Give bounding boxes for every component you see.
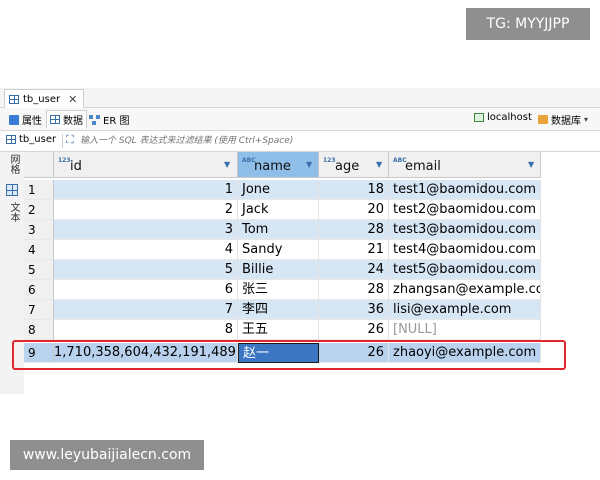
cell-id[interactable]: 1 — [54, 180, 238, 200]
filter-table-label: tb_user — [6, 134, 56, 145]
table-row[interactable]: 7 7 李四 36 lisi@example.com — [24, 300, 600, 320]
cell-email[interactable]: test1@baomidou.com — [389, 180, 541, 200]
close-icon[interactable]: ✕ — [68, 93, 77, 106]
server-icon — [474, 113, 484, 122]
table-icon — [9, 94, 19, 104]
row-number: 3 — [24, 220, 54, 240]
column-header-id[interactable]: 123 id ▼ — [54, 152, 238, 178]
sub-toolbar: 属性 数据 ER 图 localhost 数据库 ▾ — [0, 108, 600, 131]
watermark-top: TG: MYYJJPP — [466, 8, 590, 40]
sql-filter-input[interactable] — [80, 133, 580, 148]
column-header-name[interactable]: ABC name ▼ — [238, 152, 319, 178]
column-label-name: name — [254, 159, 291, 174]
table-row[interactable]: 6 6 张三 28 zhangsan@example.com — [24, 280, 600, 300]
table-row[interactable]: 8 8 王五 26 [NULL] — [24, 320, 600, 340]
cell-name[interactable]: 李四 — [238, 300, 319, 320]
cell-name[interactable]: Billie — [238, 260, 319, 280]
column-header-age[interactable]: 123 age ▼ — [319, 152, 389, 178]
row-number: 5 — [24, 260, 54, 280]
column-label-id: id — [70, 159, 82, 174]
column-label-email: email — [405, 159, 441, 174]
tab-grid-view[interactable]: 网格 — [6, 154, 21, 174]
editor-tab-bar: tb_user ✕ — [0, 88, 600, 108]
cell-name[interactable]: 王五 — [238, 320, 319, 340]
cell-email[interactable]: lisi@example.com — [389, 300, 541, 320]
cell-id[interactable]: 3 — [54, 220, 238, 240]
chevron-down-icon[interactable]: ▾ — [584, 115, 588, 124]
row-number: 7 — [24, 300, 54, 320]
cell-email[interactable]: zhangsan@example.com — [389, 280, 541, 300]
table-row[interactable]: 2 2 Jack 20 test2@baomidou.com — [24, 200, 600, 220]
cell-age[interactable]: 18 — [319, 180, 389, 200]
cell-email[interactable]: test4@baomidou.com — [389, 240, 541, 260]
sort-icon[interactable]: ▼ — [224, 160, 230, 169]
row-number: 2 — [24, 200, 54, 220]
filter-expand-icon[interactable]: ⛶ — [66, 133, 74, 147]
highlight-annotation-box — [12, 340, 566, 370]
cell-age[interactable]: 28 — [319, 280, 389, 300]
properties-icon — [9, 114, 19, 125]
cell-age[interactable]: 21 — [319, 240, 389, 260]
cell-id[interactable]: 7 — [54, 300, 238, 320]
cell-email[interactable]: test3@baomidou.com — [389, 220, 541, 240]
sort-icon[interactable]: ▼ — [376, 160, 382, 169]
row-number: 1 — [24, 180, 54, 200]
cell-id[interactable]: 8 — [54, 320, 238, 340]
cell-name[interactable]: Tom — [238, 220, 319, 240]
database-label: 数据库 — [551, 116, 581, 127]
cell-email[interactable]: test2@baomidou.com — [389, 200, 541, 220]
tab-text-view[interactable]: 文本 — [6, 202, 21, 222]
filter-table-name: tb_user — [19, 134, 57, 145]
cell-age[interactable]: 24 — [319, 260, 389, 280]
sort-icon[interactable]: ▼ — [306, 160, 312, 169]
data-grid-icon — [50, 115, 60, 124]
table-icon — [6, 135, 16, 144]
row-number-header — [24, 152, 54, 178]
column-label-age: age — [335, 159, 360, 174]
cell-email-null[interactable]: [NULL] — [389, 320, 541, 340]
connection-label: localhost — [487, 112, 532, 123]
table-row[interactable]: 5 5 Billie 24 test5@baomidou.com — [24, 260, 600, 280]
filter-bar: tb_user ⛶ — [0, 131, 600, 152]
numeric-type-icon: 123 — [323, 157, 336, 164]
table-row[interactable]: 1 1 Jone 18 test1@baomidou.com — [24, 180, 600, 200]
editor-tab-tb-user[interactable]: tb_user ✕ — [4, 89, 85, 108]
table-row[interactable]: 3 3 Tom 28 test3@baomidou.com — [24, 220, 600, 240]
column-header-email[interactable]: ABC email ▼ — [389, 152, 541, 178]
row-number: 6 — [24, 280, 54, 300]
cell-id[interactable]: 2 — [54, 200, 238, 220]
grid-icon[interactable] — [6, 184, 18, 196]
cell-age[interactable]: 20 — [319, 200, 389, 220]
cell-age[interactable]: 36 — [319, 300, 389, 320]
sort-icon[interactable]: ▼ — [528, 160, 534, 169]
cell-id[interactable]: 4 — [54, 240, 238, 260]
tab-er-diagram[interactable]: ER 图 — [86, 111, 132, 128]
row-number: 8 — [24, 320, 54, 340]
cell-age[interactable]: 28 — [319, 220, 389, 240]
cell-name[interactable]: Jack — [238, 200, 319, 220]
er-diagram-icon — [89, 114, 100, 125]
cell-id[interactable]: 6 — [54, 280, 238, 300]
cell-id[interactable]: 5 — [54, 260, 238, 280]
editor-tab-title: tb_user — [23, 93, 61, 105]
divider — [62, 134, 63, 148]
tab-data[interactable]: 数据 — [46, 110, 87, 128]
watermark-bottom: www.leyubaijialecn.com — [10, 440, 204, 470]
numeric-type-icon: 123 — [58, 157, 71, 164]
cell-name[interactable]: 张三 — [238, 280, 319, 300]
cell-name[interactable]: Jone — [238, 180, 319, 200]
database-selector[interactable]: 数据库 ▾ — [538, 112, 588, 127]
database-icon — [538, 115, 548, 124]
table-row[interactable]: 4 4 Sandy 21 test4@baomidou.com — [24, 240, 600, 260]
row-number: 4 — [24, 240, 54, 260]
cell-name[interactable]: Sandy — [238, 240, 319, 260]
tab-properties-label: 属性 — [22, 116, 42, 127]
cell-email[interactable]: test5@baomidou.com — [389, 260, 541, 280]
tab-properties[interactable]: 属性 — [6, 111, 45, 128]
connection-selector[interactable]: localhost — [474, 112, 532, 123]
tab-er-label: ER 图 — [103, 116, 130, 127]
cell-age[interactable]: 26 — [319, 320, 389, 340]
tab-data-label: 数据 — [63, 116, 83, 127]
